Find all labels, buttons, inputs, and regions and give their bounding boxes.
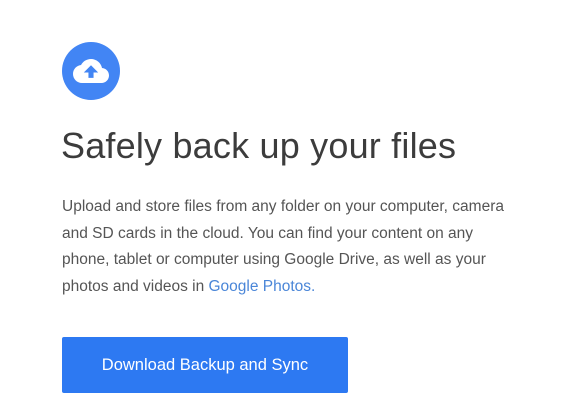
backup-logo (62, 42, 120, 100)
download-backup-and-sync-button[interactable]: Download Backup and Sync (62, 337, 348, 393)
description-line: and SD cards in the cloud. You can find … (62, 224, 474, 242)
description-line: Upload and store files from any folder o… (62, 198, 504, 215)
page-title: Safely back up your files (61, 125, 457, 166)
description-line: photos and videos in (62, 277, 205, 295)
cloud-upload-icon (73, 59, 109, 83)
description-line: phone, tablet or computer using Google D… (62, 251, 486, 268)
google-photos-link[interactable]: Google Photos. (209, 278, 316, 295)
description: Upload and store files from any folder o… (62, 194, 562, 300)
